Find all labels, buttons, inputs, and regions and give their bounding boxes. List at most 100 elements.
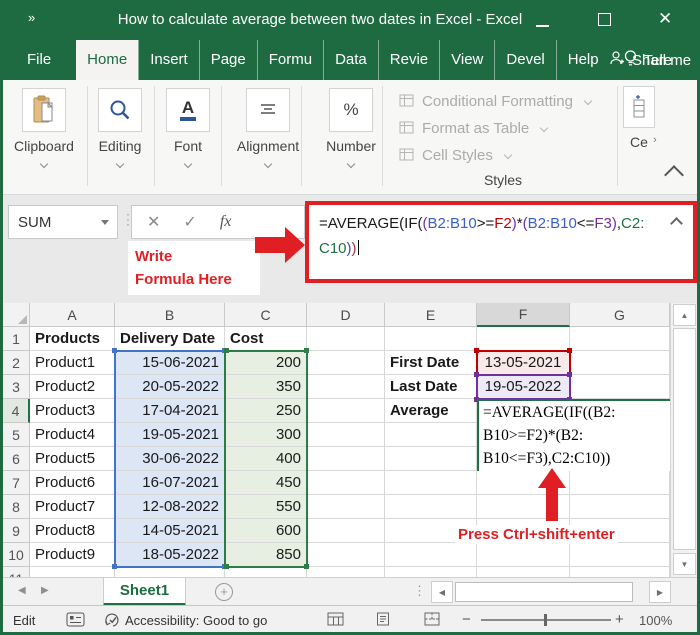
cell-a6[interactable]: Product5 [30, 447, 115, 471]
zoom-in-icon[interactable]: + [615, 611, 624, 628]
cell-c2[interactable]: 200 [225, 351, 307, 375]
format-as-table-button[interactable]: Format as Table [399, 115, 591, 142]
cell-a11[interactable] [30, 567, 115, 577]
cell-g8[interactable] [570, 495, 670, 519]
sheet-nav-right-icon[interactable]: ▶ [41, 585, 49, 596]
cell-f9[interactable] [477, 519, 570, 543]
row-header-8[interactable]: 8 [3, 495, 30, 519]
cell-a10[interactable]: Product9 [30, 543, 115, 567]
cell-d11[interactable] [307, 567, 385, 577]
name-box[interactable]: SUM [8, 205, 118, 239]
cell-e3[interactable]: Last Date [385, 375, 477, 399]
cell-b7[interactable]: 16-07-2021 [115, 471, 225, 495]
clipboard-group[interactable]: Clipboard [11, 88, 77, 172]
row-header-2[interactable]: 2 [3, 351, 30, 375]
cell-d7[interactable] [307, 471, 385, 495]
cell-a5[interactable]: Product4 [30, 423, 115, 447]
cell-f6[interactable] [477, 447, 570, 471]
cell-c8[interactable]: 550 [225, 495, 307, 519]
cell-g4[interactable] [570, 399, 670, 423]
column-header-b[interactable]: B [115, 303, 225, 327]
cell-b6[interactable]: 30-06-2022 [115, 447, 225, 471]
cell-g10[interactable] [570, 543, 670, 567]
cell-g1[interactable] [570, 327, 670, 351]
tab-file[interactable]: File [16, 40, 62, 80]
cell-b2[interactable]: 15-06-2021 [115, 351, 225, 375]
editing-group[interactable]: Editing [92, 88, 148, 172]
cell-d6[interactable] [307, 447, 385, 471]
zoom-slider-thumb[interactable] [544, 614, 547, 626]
cell-a7[interactable]: Product6 [30, 471, 115, 495]
share-button[interactable]: Share [609, 40, 672, 80]
cell-b1[interactable]: Delivery Date [115, 327, 225, 351]
cell-b9[interactable]: 14-05-2021 [115, 519, 225, 543]
cell-b8[interactable]: 12-08-2022 [115, 495, 225, 519]
macro-record-icon[interactable] [66, 612, 85, 632]
cell-g5[interactable] [570, 423, 670, 447]
cell-g7[interactable] [570, 471, 670, 495]
cell-b10[interactable]: 18-05-2022 [115, 543, 225, 567]
column-header-c[interactable]: C [225, 303, 307, 327]
cell-c4[interactable]: 250 [225, 399, 307, 423]
cell-styles-button[interactable]: Cell Styles [399, 142, 591, 169]
cell-a3[interactable]: Product2 [30, 375, 115, 399]
cell-e6[interactable] [385, 447, 477, 471]
cell-d10[interactable] [307, 543, 385, 567]
insert-function-icon[interactable]: fx [220, 213, 232, 231]
row-header-5[interactable]: 5 [3, 423, 30, 447]
collapse-ribbon-icon[interactable] [664, 165, 684, 185]
cell-g11[interactable] [570, 567, 670, 577]
editing-dropdown-icon[interactable] [116, 160, 124, 168]
accessibility-status[interactable]: Accessibility: Good to go [125, 613, 267, 628]
cell-c5[interactable]: 300 [225, 423, 307, 447]
formula-input-highlight[interactable]: =AVERAGE(IF((B2:B10>=F2)*(B2:B10<=F3),C2… [305, 201, 697, 283]
font-group[interactable]: A Font [163, 88, 213, 172]
cell-g2[interactable] [570, 351, 670, 375]
select-all-corner[interactable] [3, 303, 30, 327]
cell-e5[interactable] [385, 423, 477, 447]
row-header-3[interactable]: 3 [3, 375, 30, 399]
row-header-7[interactable]: 7 [3, 471, 30, 495]
tab-home[interactable]: Home [76, 40, 138, 80]
font-dropdown-icon[interactable] [184, 160, 192, 168]
cell-f5[interactable] [477, 423, 570, 447]
accessibility-icon[interactable] [104, 612, 121, 633]
expand-formula-bar-icon[interactable] [670, 217, 683, 230]
cell-e4[interactable]: Average [385, 399, 477, 423]
zoom-out-icon[interactable]: − [462, 611, 471, 628]
row-header-4[interactable]: 4 [3, 399, 30, 423]
column-header-g[interactable]: G [570, 303, 670, 327]
cell-c9[interactable]: 600 [225, 519, 307, 543]
cell-a1[interactable]: Products [30, 327, 115, 351]
row-header-11[interactable]: 11 [3, 567, 30, 577]
cell-e2[interactable]: First Date [385, 351, 477, 375]
cell-b4[interactable]: 17-04-2021 [115, 399, 225, 423]
cell-b5[interactable]: 19-05-2021 [115, 423, 225, 447]
cell-f1[interactable] [477, 327, 570, 351]
cell-e10[interactable] [385, 543, 477, 567]
row-header-6[interactable]: 6 [3, 447, 30, 471]
cell-a9[interactable]: Product8 [30, 519, 115, 543]
row-header-1[interactable]: 1 [3, 327, 30, 351]
cell-b11[interactable] [115, 567, 225, 577]
new-sheet-icon[interactable]: + [215, 583, 233, 601]
tab-insert[interactable]: Insert [138, 40, 199, 80]
name-box-dropdown-icon[interactable] [101, 220, 109, 225]
cell-g3[interactable] [570, 375, 670, 399]
horizontal-scrollbar-thumb[interactable] [455, 582, 633, 602]
clipboard-dropdown-icon[interactable] [40, 160, 48, 168]
cell-f8[interactable] [477, 495, 570, 519]
cell-c10[interactable]: 850 [225, 543, 307, 567]
scroll-up-icon[interactable]: ▲ [673, 304, 696, 326]
cell-a2[interactable]: Product1 [30, 351, 115, 375]
cell-g6[interactable] [570, 447, 670, 471]
cell-e11[interactable] [385, 567, 477, 577]
vertical-scrollbar[interactable]: ▲ ▼ [670, 303, 697, 577]
page-break-view-icon[interactable] [424, 612, 440, 631]
cell-d1[interactable] [307, 327, 385, 351]
cell-d8[interactable] [307, 495, 385, 519]
scrollbar-resize-icon[interactable]: ⋮ [413, 583, 426, 599]
cell-f7[interactable] [477, 471, 570, 495]
page-layout-view-icon[interactable] [375, 612, 391, 631]
cell-c6[interactable]: 400 [225, 447, 307, 471]
